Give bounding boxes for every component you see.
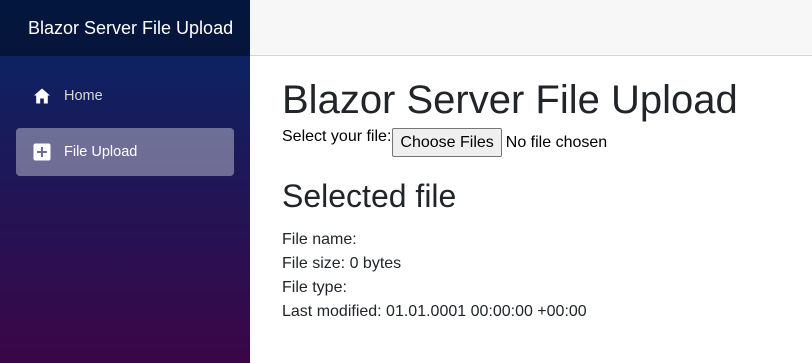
- sidebar: Blazor Server File Upload Home File Uplo…: [0, 0, 250, 363]
- file-size-text: File size: 0 bytes: [282, 255, 402, 272]
- app-window: Blazor Server File Upload Home File Uplo…: [0, 0, 812, 363]
- section-title: Selected file: [282, 178, 457, 214]
- file-input-label: Select your file:: [282, 128, 392, 145]
- home-icon: [32, 86, 52, 106]
- file-type-text: File type:: [282, 279, 347, 296]
- file-name-text: File name:: [282, 231, 357, 248]
- main-content: Blazor Server File Upload Select your fi…: [282, 56, 802, 324]
- choose-files-button[interactable]: Choose Files: [392, 128, 502, 157]
- plus-icon: [32, 142, 52, 162]
- last-modified-text: Last modified: 01.01.0001 00:00:00 +00:0…: [282, 303, 587, 320]
- sidebar-item-home[interactable]: Home: [16, 72, 234, 120]
- no-file-status: No file chosen: [505, 134, 608, 151]
- sidebar-item-label: File Upload: [64, 144, 138, 160]
- nav-menu: Home File Upload: [0, 56, 250, 176]
- file-details: File name: File size: 0 bytes File type:…: [282, 228, 802, 324]
- file-input-row: Select your file: Choose Files No file c…: [282, 128, 802, 157]
- sidebar-item-label: Home: [64, 88, 103, 104]
- brand-link[interactable]: Blazor Server File Upload: [28, 18, 233, 39]
- page-title: Blazor Server File Upload: [282, 78, 738, 122]
- sidebar-item-file-upload[interactable]: File Upload: [16, 128, 234, 176]
- sidebar-header: Blazor Server File Upload: [0, 0, 250, 56]
- top-bar: [250, 0, 812, 56]
